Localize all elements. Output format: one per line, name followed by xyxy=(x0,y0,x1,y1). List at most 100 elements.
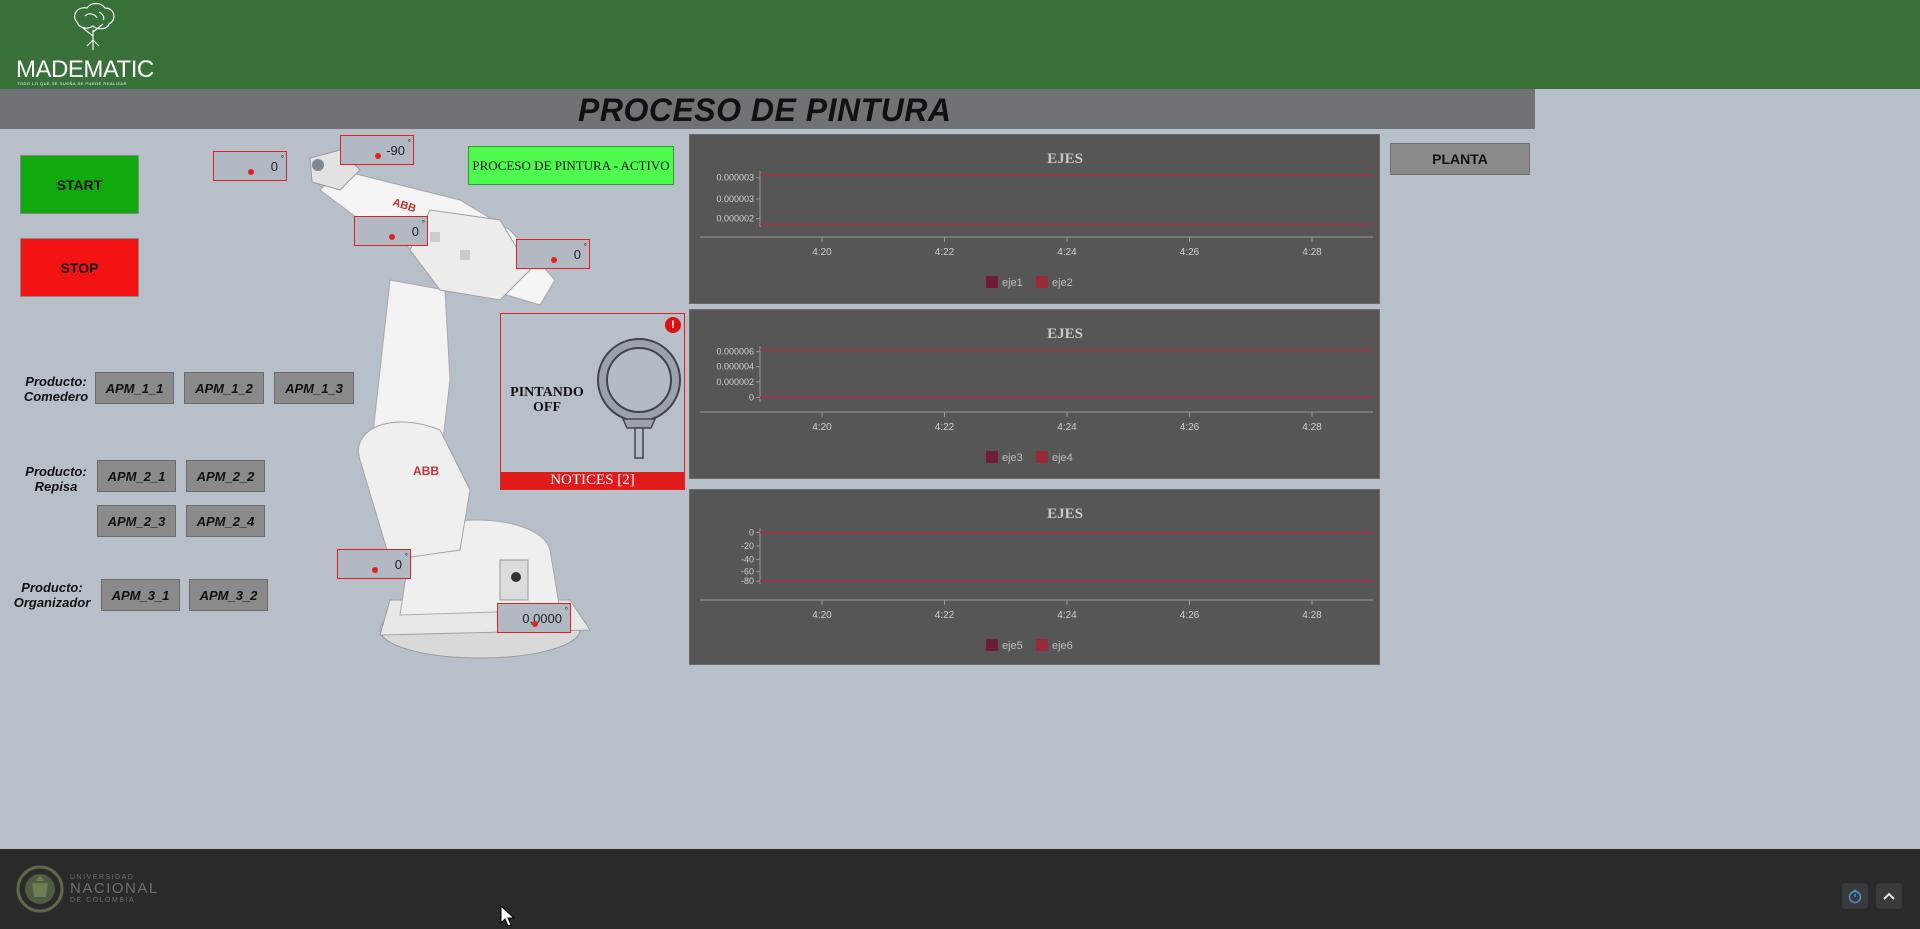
university-wordmark: UNIVERSIDAD NACIONAL DE COLOMBIA xyxy=(70,874,159,904)
y-tick-label: 0.000003 xyxy=(716,173,754,183)
x-tick-label: 4:24 xyxy=(1057,610,1077,621)
legend-swatch-eje1 xyxy=(986,276,998,288)
start-button[interactable]: START xyxy=(20,155,139,214)
y-tick-label: 0 xyxy=(749,393,754,403)
legend-swatch-eje2 xyxy=(1036,276,1048,288)
angle-input-3[interactable]: 0 ° xyxy=(354,216,428,246)
angle-value: 0 xyxy=(270,159,278,174)
madematic-logo: MADEMATIC TODO LO QUE SE SUEÑA SE PUEDE … xyxy=(14,0,154,89)
alert-icon[interactable]: ! xyxy=(665,317,681,333)
chart-title: EJES xyxy=(1047,326,1083,342)
scroll-up-button[interactable] xyxy=(1876,883,1902,909)
product-label-line2: Comedero xyxy=(23,389,89,404)
angle-input-6[interactable]: 0,0000 ° xyxy=(497,603,571,633)
angle-value: 0 xyxy=(573,247,581,262)
apm-2-2-button[interactable]: APM_2_2 xyxy=(186,460,265,492)
degree-symbol: ° xyxy=(564,606,568,615)
product-label-line2: Repisa xyxy=(34,479,78,494)
x-tick-label: 4:24 xyxy=(1057,247,1077,258)
indicator-dot-icon xyxy=(532,621,538,627)
paint-gun-icon xyxy=(597,338,681,459)
chart-ejes-3: EJES 0 -20 -40 -60 -80 4:20 4:22 4:24 4:26 4:28 eje… xyxy=(689,489,1380,665)
x-tick-label: 4:22 xyxy=(935,610,955,621)
y-tick-label: 0.000004 xyxy=(716,362,754,372)
apm-2-4-button[interactable]: APM_2_4 xyxy=(186,505,265,537)
apm-3-1-button[interactable]: APM_3_1 xyxy=(101,579,180,611)
indicator-dot-icon xyxy=(248,169,254,175)
y-tick-label: 0.000006 xyxy=(716,347,754,357)
painting-label-line1: PINTANDO xyxy=(510,385,584,400)
x-tick-label: 4:20 xyxy=(812,610,832,621)
apm-2-1-button[interactable]: APM_2_1 xyxy=(97,460,176,492)
tree-icon xyxy=(74,2,115,50)
chart-ejes-2: EJES 0.000006 0.000004 0.000002 0 4:20 4:22 4:2… xyxy=(689,309,1380,479)
x-tick-label: 4:22 xyxy=(935,422,955,433)
degree-symbol: ° xyxy=(404,552,408,561)
y-tick-label: 0 xyxy=(749,527,754,537)
degree-symbol: ° xyxy=(421,219,425,228)
apm-1-2-button[interactable]: APM_1_2 xyxy=(184,372,264,404)
angle-value: -90 xyxy=(386,143,405,158)
legend-label-eje5: eje5 xyxy=(1002,640,1023,652)
legend-label-eje4: eje4 xyxy=(1052,452,1073,464)
y-tick-label: -80 xyxy=(741,576,754,586)
x-tick-label: 4:28 xyxy=(1302,247,1322,258)
process-status-indicator: PROCESO DE PINTURA - ACTIVO xyxy=(468,146,674,185)
indicator-dot-icon xyxy=(372,567,378,573)
y-tick-label: -40 xyxy=(741,554,754,564)
product-label-comedero: Producto: Comedero xyxy=(20,374,92,404)
univ-line2: NACIONAL xyxy=(70,880,159,897)
legend-swatch-eje5 xyxy=(986,639,998,651)
degree-symbol: ° xyxy=(407,138,411,147)
angle-input-1[interactable]: 0 ° xyxy=(213,151,287,181)
legend-label-eje1: eje1 xyxy=(1002,277,1023,289)
x-tick-label: 4:20 xyxy=(812,422,832,433)
stop-button[interactable]: STOP xyxy=(20,238,139,297)
x-tick-label: 4:26 xyxy=(1180,247,1200,258)
legend-swatch-eje4 xyxy=(1036,451,1048,463)
abb-logo-lower: ABB xyxy=(413,464,439,478)
legend-swatch-eje3 xyxy=(986,451,998,463)
y-tick-label: 0.000003 xyxy=(716,194,754,204)
planta-button[interactable]: PLANTA xyxy=(1390,143,1530,175)
product-label-line2: Organizador xyxy=(13,595,91,610)
angle-input-5[interactable]: 0 ° xyxy=(337,549,411,579)
indicator-dot-icon xyxy=(551,257,557,263)
apm-1-1-button[interactable]: APM_1_1 xyxy=(95,372,174,404)
product-label-line1: Producto: xyxy=(25,374,87,389)
legend-label-eje6: eje6 xyxy=(1052,640,1073,652)
product-label-line1: Producto: xyxy=(25,464,87,479)
product-label-repisa: Producto: Repisa xyxy=(20,464,92,494)
x-tick-label: 4:28 xyxy=(1302,422,1322,433)
angle-input-2[interactable]: -90 ° xyxy=(340,135,414,165)
top-header-bar: MADEMATIC TODO LO QUE SE SUEÑA SE PUEDE … xyxy=(0,0,1920,89)
brand-tagline: TODO LO QUE SE SUEÑA SE PUEDE REALIZAR xyxy=(17,81,127,86)
university-seal-icon xyxy=(16,865,64,913)
brand-name: MADEMATIC xyxy=(16,56,154,83)
x-tick-label: 4:28 xyxy=(1302,610,1322,621)
angle-value: 0 xyxy=(394,557,402,572)
y-tick-label: -20 xyxy=(741,541,754,551)
title-bar: PROCESO DE PINTURA xyxy=(0,89,1535,129)
x-tick-label: 4:22 xyxy=(935,247,955,258)
chart-svg: EJES 0.000006 0.000004 0.000002 0 4:20 4:22 4:2… xyxy=(700,326,1373,464)
mouse-cursor-icon xyxy=(500,905,516,927)
notices-button[interactable]: NOTICES [2] xyxy=(501,472,684,489)
angle-input-4[interactable]: 0 ° xyxy=(516,239,590,269)
y-tick-label: 0.000002 xyxy=(716,214,754,224)
angle-value: 0 xyxy=(411,224,419,239)
apm-2-3-button[interactable]: APM_2_3 xyxy=(97,505,176,537)
legend-label-eje2: eje2 xyxy=(1052,277,1073,289)
degree-symbol: ° xyxy=(583,242,587,251)
chart-title: EJES xyxy=(1047,506,1083,522)
paint-status-panel: ! PINTANDO OFF NOTICES [2] xyxy=(500,313,685,490)
legend-label-eje3: eje3 xyxy=(1002,452,1023,464)
y-tick-label: -60 xyxy=(741,567,754,577)
angle-value: 0,0000 xyxy=(522,611,562,626)
indicator-dot-icon xyxy=(375,153,381,159)
indicator-dot-icon xyxy=(389,234,395,240)
apm-3-2-button[interactable]: APM_3_2 xyxy=(189,579,268,611)
chevron-up-icon xyxy=(1883,892,1895,900)
x-tick-label: 4:24 xyxy=(1057,422,1077,433)
timer-button[interactable] xyxy=(1842,883,1868,909)
